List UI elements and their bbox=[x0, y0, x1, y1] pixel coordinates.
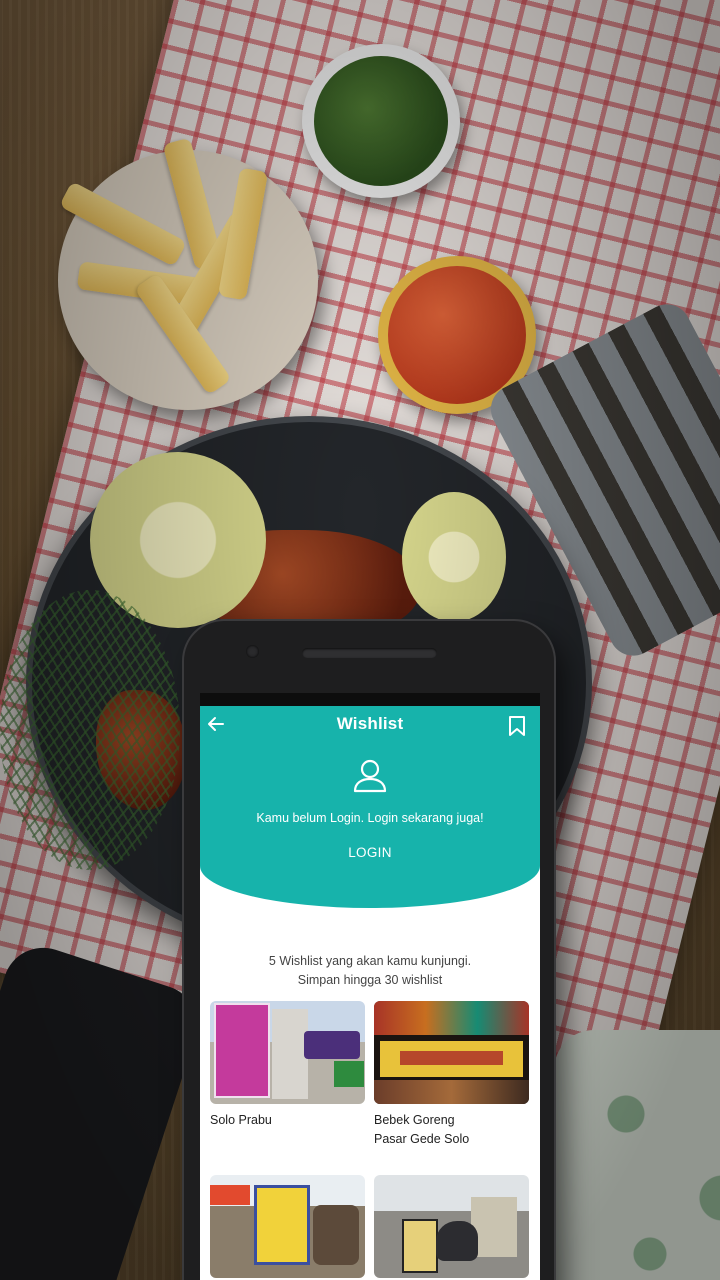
login-header: Wishlist Kamu belum Login. Login sekaran… bbox=[200, 706, 540, 908]
place-name: Solo Prabu bbox=[210, 1113, 272, 1127]
page-title: Wishlist bbox=[336, 714, 404, 733]
user-icon bbox=[353, 759, 387, 793]
bookmark-icon bbox=[509, 716, 525, 736]
wishlist-info: 5 Wishlist yang akan kamu kunjungi. Simp… bbox=[200, 952, 540, 990]
wishlist-grid: Solo Prabu Bebek Goreng Pasar Gede Solo bbox=[210, 1001, 530, 1280]
speaker-grille bbox=[302, 648, 437, 658]
place-photo bbox=[210, 1001, 365, 1104]
wishlist-card[interactable]: Solo Prabu bbox=[210, 1001, 365, 1149]
wishlist-card[interactable]: Bebek Goreng Pasar Gede Solo bbox=[374, 1001, 529, 1149]
phone-screen: Wishlist Kamu belum Login. Login sekaran… bbox=[200, 693, 540, 1280]
status-bar bbox=[200, 693, 540, 706]
place-photo bbox=[374, 1001, 529, 1104]
wishlist-card[interactable] bbox=[210, 1175, 365, 1280]
wishlist-count-text: 5 Wishlist yang akan kamu kunjungi. bbox=[268, 954, 472, 968]
login-button[interactable]: LOGIN bbox=[320, 845, 420, 860]
app-bar: Wishlist bbox=[200, 706, 540, 742]
wishlist-screen: Wishlist Kamu belum Login. Login sekaran… bbox=[200, 706, 540, 1280]
wishlist-card[interactable] bbox=[374, 1175, 529, 1280]
camera-icon bbox=[246, 645, 259, 658]
place-photo bbox=[374, 1175, 529, 1278]
place-name: Bebek Goreng Pasar Gede Solo bbox=[374, 1113, 470, 1146]
wishlist-limit-text: Simpan hingga 30 wishlist bbox=[297, 973, 443, 987]
place-photo bbox=[210, 1175, 365, 1278]
bookmark-button[interactable] bbox=[508, 715, 528, 737]
login-message: Kamu belum Login. Login sekarang juga! bbox=[256, 811, 484, 825]
